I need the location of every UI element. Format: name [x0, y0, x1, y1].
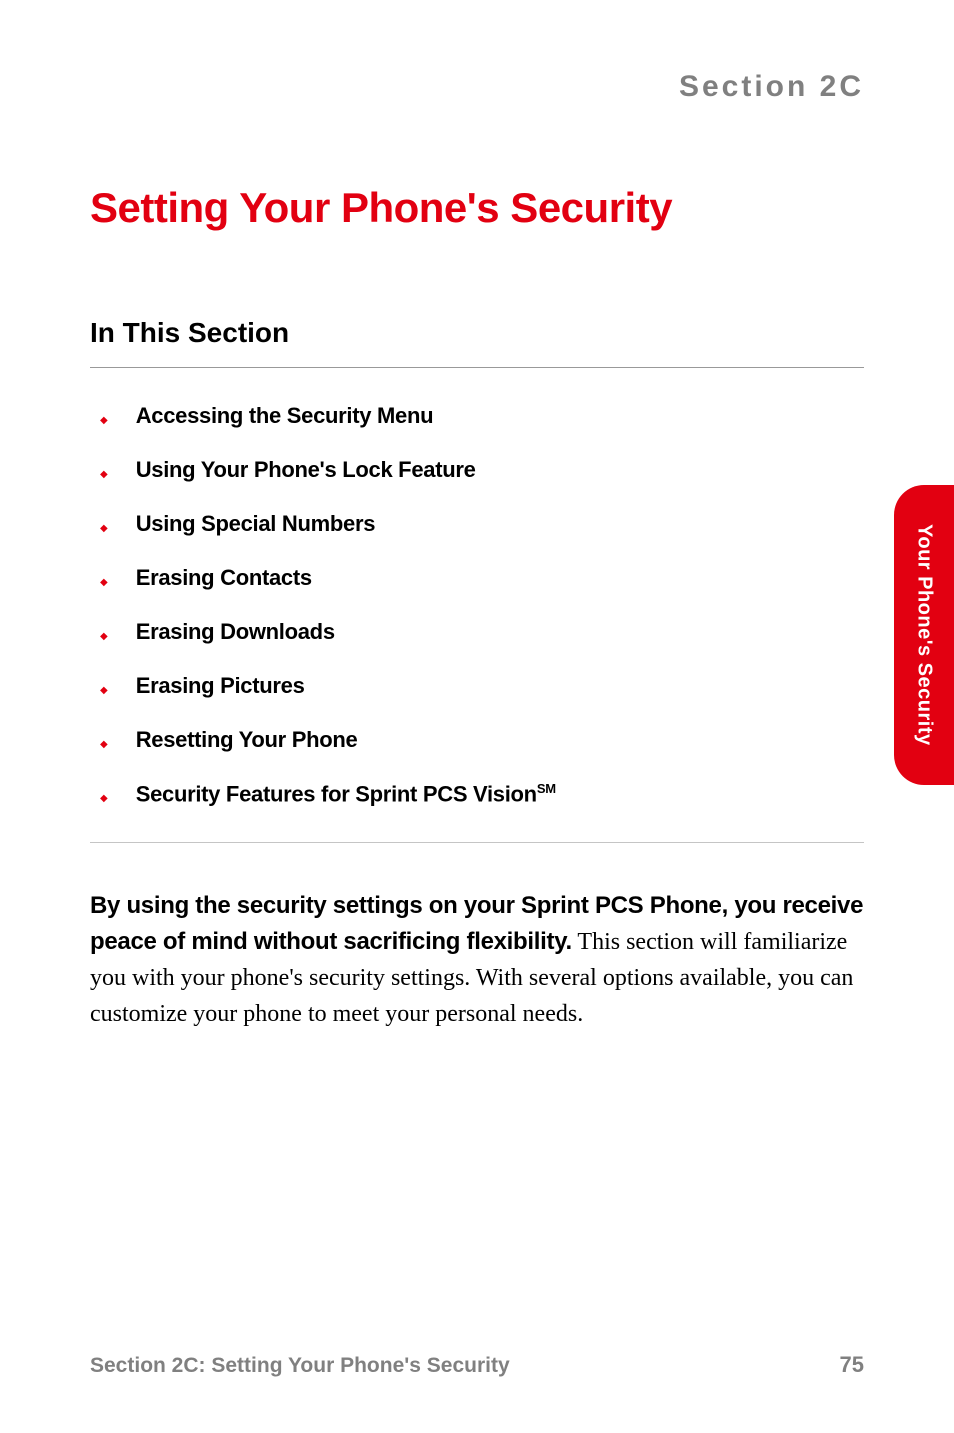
list-item: ◆ Security Features for Sprint PCS Visio…: [90, 781, 864, 807]
diamond-icon: ◆: [100, 577, 108, 588]
diamond-icon: ◆: [100, 631, 108, 642]
diamond-icon: ◆: [100, 523, 108, 534]
page-title: Setting Your Phone's Security: [90, 184, 864, 232]
side-tab-label: Your Phone's Security: [913, 524, 936, 746]
list-item: ◆ Erasing Downloads: [90, 619, 864, 645]
page-footer: Section 2C: Setting Your Phone's Securit…: [90, 1352, 864, 1378]
diamond-icon: ◆: [100, 685, 108, 696]
section-label: Section 2C: [90, 70, 864, 104]
toc-item-label: Erasing Pictures: [136, 673, 305, 699]
diamond-icon: ◆: [100, 793, 108, 804]
toc-item-label: Erasing Contacts: [136, 565, 312, 591]
toc-item-label: Using Special Numbers: [136, 511, 375, 537]
list-item: ◆ Erasing Pictures: [90, 673, 864, 699]
side-tab: Your Phone's Security: [894, 485, 954, 785]
divider: [90, 842, 864, 843]
intro-paragraph: By using the security settings on your S…: [90, 888, 864, 1032]
list-item: ◆ Using Special Numbers: [90, 511, 864, 537]
toc-item-label: Erasing Downloads: [136, 619, 335, 645]
list-item: ◆ Using Your Phone's Lock Feature: [90, 457, 864, 483]
toc-item-label: Security Features for Sprint PCS VisionS…: [136, 781, 556, 807]
diamond-icon: ◆: [100, 415, 108, 426]
footer-section-label: Section 2C: Setting Your Phone's Securit…: [90, 1354, 510, 1378]
diamond-icon: ◆: [100, 469, 108, 480]
toc-item-label: Using Your Phone's Lock Feature: [136, 457, 476, 483]
list-item: ◆ Accessing the Security Menu: [90, 403, 864, 429]
superscript-sm: SM: [537, 781, 556, 796]
diamond-icon: ◆: [100, 739, 108, 750]
toc-item-label: Accessing the Security Menu: [136, 403, 434, 429]
list-item: ◆ Resetting Your Phone: [90, 727, 864, 753]
list-item: ◆ Erasing Contacts: [90, 565, 864, 591]
subsection-heading: In This Section: [90, 317, 864, 368]
page-number: 75: [840, 1352, 864, 1378]
toc-list: ◆ Accessing the Security Menu ◆ Using Yo…: [90, 403, 864, 807]
toc-item-label: Resetting Your Phone: [136, 727, 358, 753]
